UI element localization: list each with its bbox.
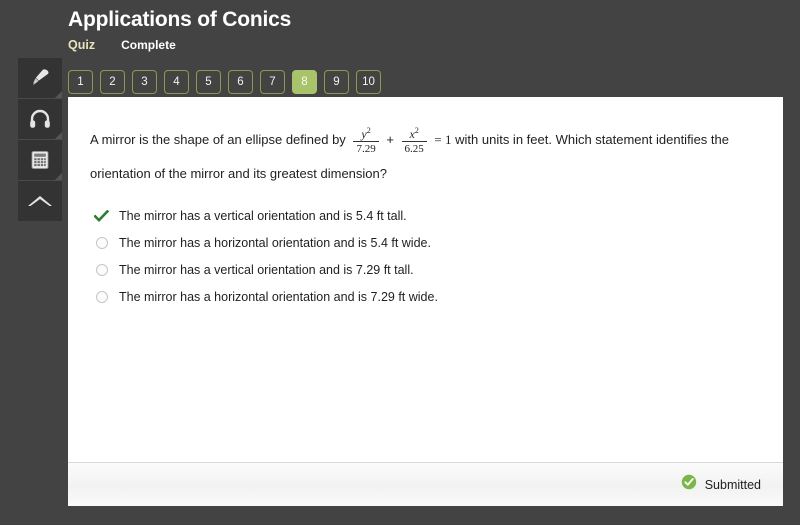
calculator-icon: [28, 148, 52, 172]
check-icon: [94, 209, 109, 224]
tile-corner-marker: [55, 91, 62, 98]
question-stem-part3: orientation of the mirror and its greate…: [90, 165, 387, 181]
answer-option-1-label: The mirror has a vertical orientation an…: [119, 208, 407, 223]
fraction2-exponent: 2: [414, 125, 419, 135]
question-number-nav: 1 2 3 4 5 6 7 8 9 10: [68, 70, 381, 94]
tool-rail: [18, 58, 62, 221]
assignment-status-label: Complete: [121, 38, 176, 52]
fraction1-numerator: y2: [361, 125, 371, 141]
check-circle-icon: [681, 474, 697, 495]
highlighter-icon: [27, 66, 53, 90]
radio-unselected-icon: [94, 290, 109, 305]
question-body: A mirror is the shape of an ellipse defi…: [68, 97, 783, 462]
question-nav-item-5[interactable]: 5: [196, 70, 221, 94]
question-card: A mirror is the shape of an ellipse defi…: [68, 97, 783, 506]
fraction2-denominator: 6.25: [401, 140, 427, 156]
collapse-tool-button[interactable]: [18, 181, 62, 221]
answer-option-4[interactable]: The mirror has a horizontal orientation …: [90, 285, 761, 312]
tile-corner-marker: [55, 132, 62, 139]
question-stem-part1: A mirror is the shape of an ellipse defi…: [90, 132, 346, 147]
question-nav-item-7[interactable]: 7: [260, 70, 285, 94]
math-equals-one: = 1: [434, 132, 452, 147]
fraction-x-over-625: x2 6.25: [401, 124, 427, 156]
fraction-y-over-729: y2 7.29: [353, 124, 379, 156]
question-nav-item-3[interactable]: 3: [132, 70, 157, 94]
collapse-up-icon: [25, 190, 55, 212]
question-stem-part2: with units in feet. Which statement iden…: [455, 132, 729, 147]
tile-corner-marker: [55, 173, 62, 180]
math-operator-plus: +: [386, 132, 394, 147]
answer-option-2-label: The mirror has a horizontal orientation …: [119, 235, 431, 250]
answer-option-3-label: The mirror has a vertical orientation an…: [119, 262, 414, 277]
assignment-meta: Quiz Complete: [68, 38, 790, 52]
answer-list: The mirror has a vertical orientation an…: [90, 204, 761, 312]
fraction1-exponent: 2: [366, 125, 371, 135]
assignment-type-label: Quiz: [68, 38, 96, 52]
radio-unselected-icon: [94, 236, 109, 251]
submitted-label: Submitted: [704, 477, 761, 492]
question-nav-item-4[interactable]: 4: [164, 70, 189, 94]
question-stem: A mirror is the shape of an ellipse defi…: [90, 123, 761, 190]
page-title: Applications of Conics: [68, 8, 292, 31]
highlighter-tool-button[interactable]: [18, 58, 62, 99]
status-badge: Submitted: [681, 474, 761, 495]
question-nav-item-9[interactable]: 9: [324, 70, 349, 94]
headphones-icon: [27, 107, 53, 131]
header: Applications of Conics Quiz Complete: [68, 8, 790, 52]
card-footer: Submitted: [68, 462, 783, 506]
question-nav-item-6[interactable]: 6: [228, 70, 253, 94]
question-nav-item-8[interactable]: 8: [292, 70, 317, 94]
fraction2-numerator: x2: [409, 125, 419, 141]
calculator-tool-button[interactable]: [18, 140, 62, 181]
question-nav-item-2[interactable]: 2: [100, 70, 125, 94]
fraction1-denominator: 7.29: [353, 140, 379, 156]
answer-option-3[interactable]: The mirror has a vertical orientation an…: [90, 258, 761, 285]
question-nav-item-1[interactable]: 1: [68, 70, 93, 94]
answer-option-4-label: The mirror has a horizontal orientation …: [119, 289, 438, 304]
read-aloud-tool-button[interactable]: [18, 99, 62, 140]
radio-unselected-icon: [94, 263, 109, 278]
question-nav-item-10[interactable]: 10: [356, 70, 381, 94]
answer-option-1[interactable]: The mirror has a vertical orientation an…: [90, 204, 761, 231]
answer-option-2[interactable]: The mirror has a horizontal orientation …: [90, 231, 761, 258]
